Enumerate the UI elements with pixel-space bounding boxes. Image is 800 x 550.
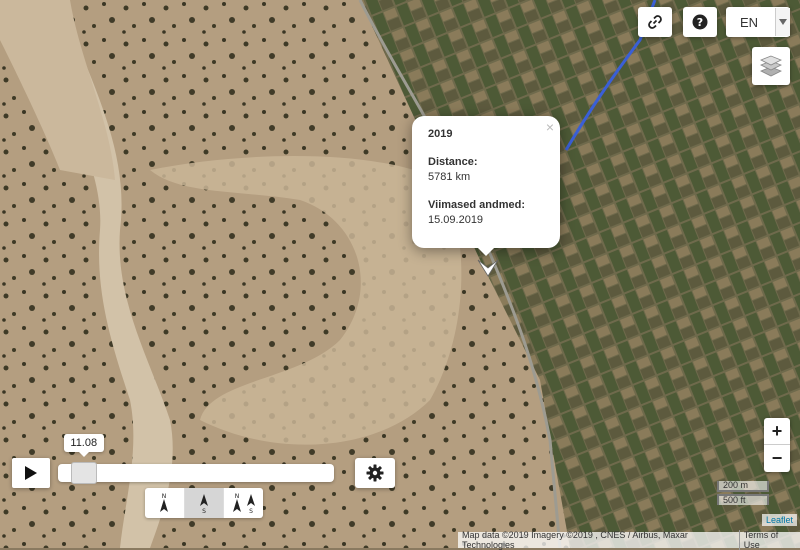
scale-metric: 200 m [717,481,769,492]
language-select[interactable]: EN [726,7,790,37]
attribution-text: Map data ©2019 Imagery ©2019 , CNES / Ai… [462,530,688,550]
latest-data-label: Viimased andmed: [428,199,525,211]
svg-text:N: N [234,493,239,500]
south-up-button[interactable]: S [184,488,225,518]
chevron-down-icon [775,8,790,36]
language-value: EN [740,14,759,30]
popup-title: 2019 [428,128,453,140]
question-circle-icon: ? [692,14,708,30]
settings-button[interactable] [355,458,395,488]
zoom-out-button[interactable]: − [764,445,790,471]
gear-icon [366,464,384,482]
distance-label: Distance: [428,156,478,168]
south-arrow-icon: S [200,494,208,514]
svg-text:?: ? [697,16,703,29]
scale-imperial: 500 ft [717,494,769,505]
distance-value: 5781 km [428,171,471,183]
terms-of-use-link[interactable]: Terms of Use [738,530,800,550]
layers-button[interactable] [752,47,790,85]
north-up-button[interactable]: N [145,488,185,518]
leaflet-link[interactable]: Leaflet [762,514,798,526]
latest-data-value: 15.09.2019 [428,214,484,226]
layers-icon [760,55,782,77]
svg-text:S: S [249,508,253,514]
help-button[interactable]: ? [683,7,717,37]
compass-icon: N S [232,493,255,514]
attribution-bar: Map data ©2019 Imagery ©2019 , CNES / Ai… [458,530,800,550]
info-popup: × 2019 Distance: 5781 km Viimased andmed… [412,116,560,248]
north-south-button[interactable]: N S [224,488,263,518]
position-marker-icon[interactable] [476,258,500,278]
share-link-button[interactable] [638,7,672,37]
orientation-control: N S N S [145,488,263,518]
link-icon [648,15,662,29]
timeline-slider[interactable] [58,464,334,482]
play-button[interactable] [12,458,50,488]
svg-text:N: N [162,493,167,500]
zoom-control: + − [764,418,790,472]
timeline-handle[interactable] [70,462,97,484]
timeline-label-tip [78,452,89,457]
play-icon [25,466,37,480]
timeline-date-label: 11.08 [63,434,104,452]
popup-tip [476,246,496,256]
north-arrow-icon: N [160,493,169,512]
close-icon[interactable]: × [546,119,554,135]
svg-text:S: S [202,508,206,514]
scale-bar: 200 m 500 ft [717,481,769,505]
zoom-in-button[interactable]: + [764,418,790,445]
